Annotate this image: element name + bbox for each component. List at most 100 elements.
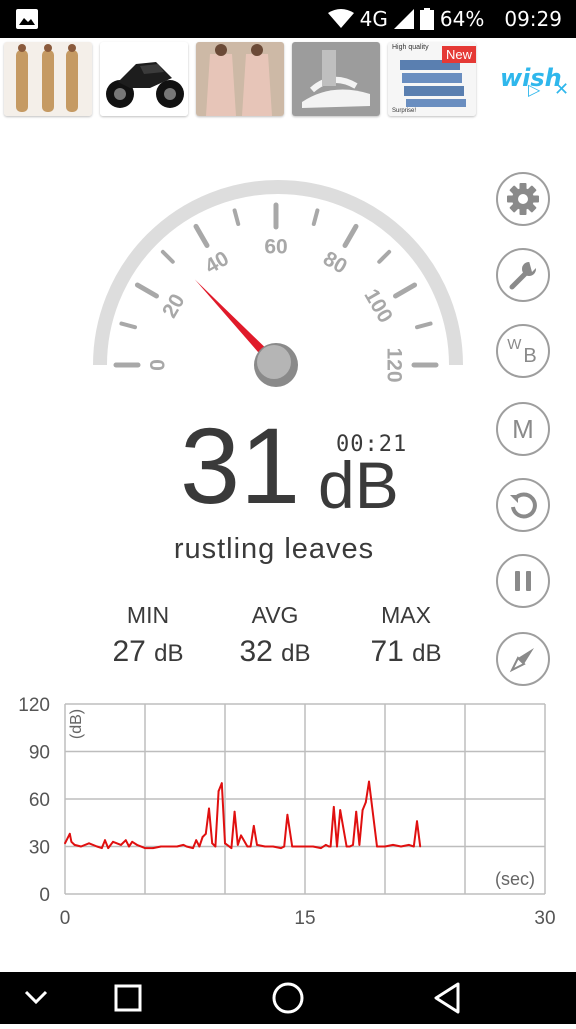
chart-point	[230, 847, 233, 849]
gauge-tick-label: 100	[359, 285, 396, 327]
gear-icon	[507, 183, 539, 215]
max-stat: MAX 71 dB	[346, 602, 466, 669]
chart-point	[112, 840, 114, 843]
chart-point	[320, 847, 322, 849]
chart-point	[361, 809, 364, 811]
ad-thumb-dress[interactable]	[196, 42, 284, 116]
chart-x-axis-label: (sec)	[495, 869, 535, 889]
min-value: 27	[112, 635, 146, 668]
back-icon[interactable]	[434, 982, 460, 1014]
chart-point	[332, 806, 335, 808]
chart-x-tick-label: 30	[534, 908, 555, 929]
chart-point	[152, 847, 154, 849]
chart-point	[364, 801, 367, 804]
settings-button[interactable]	[496, 172, 550, 226]
battery-icon	[419, 8, 434, 30]
status-bar: 4G 64% 09:29	[0, 0, 576, 38]
chart-point	[252, 825, 255, 827]
chart-point	[272, 845, 274, 848]
chart-point	[324, 844, 327, 846]
chart-point	[208, 807, 210, 810]
chart-point	[198, 845, 201, 848]
db-history-chart: 120 90 60 30 00 15 30 (dB) (sec)	[18, 695, 555, 929]
reset-button[interactable]	[496, 478, 550, 532]
chart-point	[264, 845, 266, 848]
compass-button[interactable]	[496, 632, 550, 686]
gauge-tick	[232, 208, 241, 226]
chart-y-tick-label: 30	[29, 838, 50, 859]
chart-point	[345, 845, 348, 848]
ad-thumb-motorcycle[interactable]	[100, 42, 188, 116]
chart-point	[204, 832, 207, 835]
wrench-icon	[509, 261, 537, 290]
calibration-button[interactable]	[496, 248, 550, 302]
wifi-icon	[327, 9, 354, 28]
compass-icon	[509, 648, 534, 673]
gauge-tick-label: 60	[264, 236, 287, 259]
chart-point	[131, 840, 134, 843]
chart-x-tick-label: 15	[294, 908, 315, 929]
chart-point	[233, 810, 236, 813]
pause-button[interactable]	[496, 554, 550, 608]
signal-icon	[393, 9, 414, 29]
chart-point	[419, 845, 422, 848]
ad-thumb-pants[interactable]	[4, 42, 92, 116]
chart-point	[355, 810, 358, 813]
ad-thumb-powerbank[interactable]: High quality New Surprise!	[388, 42, 476, 116]
chart-point	[249, 845, 252, 848]
chart-point	[96, 845, 98, 848]
chart-point	[128, 845, 130, 848]
pause-icon	[515, 571, 531, 591]
ad-new-badge: New	[441, 46, 476, 63]
avg-unit: dB	[281, 640, 311, 667]
ad-thumb-sandals[interactable]	[292, 42, 380, 116]
chart-point	[70, 840, 73, 843]
wb-b-label: B	[523, 344, 537, 367]
chart-point	[412, 845, 415, 848]
gauge-tick	[415, 321, 433, 330]
chart-point	[286, 813, 289, 816]
gauge-tick	[134, 282, 159, 299]
chart-point	[68, 832, 71, 835]
gauge-tick	[342, 223, 359, 248]
collapse-icon[interactable]	[24, 990, 48, 1005]
home-icon[interactable]	[272, 982, 304, 1014]
db-unit: dB	[318, 448, 399, 522]
chart-point	[246, 845, 249, 848]
noise-description: rustling leaves	[173, 533, 375, 565]
chart-point	[64, 842, 66, 845]
chart-point	[107, 847, 110, 849]
chart-point	[304, 845, 306, 848]
chart-point	[136, 844, 138, 846]
chart-x-tick-label: 0	[60, 908, 71, 929]
max-unit: dB	[412, 640, 442, 667]
ad-high-quality-text: High quality	[392, 44, 429, 51]
mode-button[interactable]: M	[496, 402, 550, 456]
gauge-tick-label: 20	[158, 290, 190, 322]
chart-point	[168, 845, 170, 848]
chart-point	[408, 844, 410, 846]
chart-point	[392, 844, 394, 846]
avg-label: AVG	[251, 602, 299, 628]
chart-point	[104, 839, 106, 842]
recents-icon[interactable]	[114, 984, 142, 1012]
chart-point	[312, 845, 314, 848]
chart-point	[217, 790, 220, 792]
gauge-tick	[160, 249, 175, 264]
chart-y-tick-label: 0	[39, 885, 50, 906]
chart-series-line	[64, 780, 422, 850]
chart-point	[144, 847, 146, 849]
max-value: 71	[370, 635, 404, 668]
avg-stat: AVG 32 dB	[215, 602, 335, 669]
gauge-hub-highlight	[257, 345, 291, 379]
chart-point	[185, 845, 188, 848]
wish-logo[interactable]: wish	[500, 64, 562, 92]
chart-point	[236, 844, 239, 846]
ad-banner[interactable]: High quality New Surprise! ▷ ✕	[0, 38, 576, 124]
chart-point	[192, 847, 194, 849]
gauge-tick-label: 80	[319, 247, 351, 279]
sound-level-gauge: 0 20 40 60 80100 120	[93, 180, 463, 387]
chart-point	[88, 842, 90, 845]
weighting-button[interactable]: WB	[496, 324, 550, 378]
chart-point	[73, 844, 76, 846]
